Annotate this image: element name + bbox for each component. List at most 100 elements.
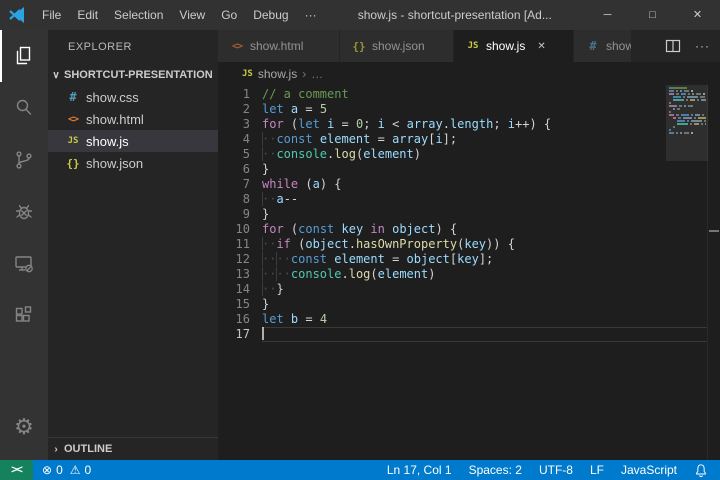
css-file-icon: # [584, 39, 602, 53]
settings-gear-icon[interactable]: ⚙ [0, 402, 48, 454]
line-number[interactable]: 4 [218, 132, 262, 147]
minimize-button[interactable]: ─ [585, 0, 630, 30]
tab-show.css[interactable]: #show.css [574, 30, 632, 62]
line-number[interactable]: 9 [218, 207, 262, 222]
line-number[interactable]: 11 [218, 237, 262, 252]
code-line[interactable]: 2let a = 5 [218, 102, 720, 117]
code-text: } [262, 297, 269, 312]
tab-close-icon[interactable]: ✕ [537, 41, 545, 52]
tab-show.html[interactable]: <>show.html [218, 30, 340, 62]
tab-show.json[interactable]: {}show.json [340, 30, 454, 62]
code-line[interactable]: 1// a comment [218, 87, 720, 102]
line-number[interactable]: 5 [218, 147, 262, 162]
css-file-icon: # [64, 90, 82, 104]
split-editor-icon[interactable] [665, 38, 681, 54]
html-file-icon: <> [228, 41, 246, 52]
indentation-indicator[interactable]: Spaces: 2 [469, 463, 522, 477]
notifications-bell-icon[interactable] [694, 463, 708, 478]
status-bar: >< ⊗ 0 ⚠ 0 Ln 17, Col 1 Spaces: 2 UTF-8 LF J… [0, 460, 720, 480]
line-number[interactable]: 13 [218, 267, 262, 282]
line-number[interactable]: 15 [218, 297, 262, 312]
code-line[interactable]: 3for (let i = 0; i < array.length; i++) … [218, 117, 720, 132]
code-line[interactable]: 6} [218, 162, 720, 177]
menu-go[interactable]: Go [213, 0, 245, 30]
more-actions-icon[interactable]: ··· [695, 39, 710, 53]
code-line[interactable]: 14··} [218, 282, 720, 297]
code-line[interactable]: 7while (a) { [218, 177, 720, 192]
folder-name: SHORTCUT-PRESENTATION [64, 69, 213, 81]
folder-header-shortcut-presentation[interactable]: ∨ SHORTCUT-PRESENTATION [48, 64, 218, 86]
activity-bar: ⚙ [0, 30, 48, 460]
code-editor[interactable]: 1// a comment2let a = 53for (let i = 0; … [218, 85, 720, 460]
menu-edit[interactable]: Edit [69, 0, 106, 30]
source-control-icon[interactable] [0, 134, 48, 186]
window-controls: ─ □ ✕ [585, 0, 720, 30]
line-number[interactable]: 14 [218, 282, 262, 297]
json-file-icon: {} [64, 157, 82, 170]
line-number[interactable]: 8 [218, 192, 262, 207]
menu-selection[interactable]: Selection [106, 0, 171, 30]
code-lines: 1// a comment2let a = 53for (let i = 0; … [218, 87, 720, 342]
sidebar-item-show.html[interactable]: <>show.html [48, 108, 218, 130]
sidebar-item-show.js[interactable]: JSshow.js [48, 130, 218, 152]
code-text: ··console.log(element) [262, 147, 421, 162]
breadcrumb-file[interactable]: show.js [258, 67, 297, 81]
line-number[interactable]: 7 [218, 177, 262, 192]
language-indicator[interactable]: JavaScript [621, 463, 677, 477]
code-line[interactable]: 13····console.log(element) [218, 267, 720, 282]
line-number[interactable]: 1 [218, 87, 262, 102]
close-button[interactable]: ✕ [675, 0, 720, 30]
menu-debug[interactable]: Debug [245, 0, 296, 30]
code-line[interactable]: 9} [218, 207, 720, 222]
json-file-icon: {} [350, 40, 368, 53]
menu-file[interactable]: File [34, 0, 69, 30]
line-number[interactable]: 3 [218, 117, 262, 132]
remote-indicator[interactable]: >< [0, 460, 33, 480]
outline-section-header[interactable]: › OUTLINE [48, 437, 218, 460]
debug-icon[interactable] [0, 186, 48, 238]
line-number[interactable]: 16 [218, 312, 262, 327]
code-line[interactable]: 12····const element = object[key]; [218, 252, 720, 267]
menu-bar: FileEditSelectionViewGoDebug··· [34, 0, 325, 30]
extensions-icon[interactable] [0, 290, 48, 342]
line-number[interactable]: 2 [218, 102, 262, 117]
code-line[interactable]: 16let b = 4 [218, 312, 720, 327]
remote-indicator-icon: >< [11, 464, 22, 476]
warning-count: 0 [85, 463, 92, 477]
line-number[interactable]: 6 [218, 162, 262, 177]
eol-indicator[interactable]: LF [590, 463, 604, 477]
menu-view[interactable]: View [171, 0, 213, 30]
minimap[interactable] [666, 85, 708, 460]
outline-label: OUTLINE [64, 443, 112, 455]
editor-actions: ··· [665, 30, 720, 62]
search-icon[interactable] [0, 82, 48, 134]
sidebar-header: EXPLORER [48, 30, 218, 64]
code-text: ··a-- [262, 192, 298, 207]
breadcrumb-symbol-more[interactable]: … [311, 67, 323, 81]
js-file-icon: JS [464, 41, 482, 51]
code-line[interactable]: 10for (const key in object) { [218, 222, 720, 237]
code-line[interactable]: 8··a-- [218, 192, 720, 207]
overview-ruler[interactable] [707, 85, 720, 460]
problems-indicator[interactable]: ⊗ 0 ⚠ 0 [33, 463, 91, 477]
encoding-indicator[interactable]: UTF-8 [539, 463, 573, 477]
menu-more[interactable]: ··· [297, 0, 325, 30]
remote-monitor-icon[interactable] [0, 238, 48, 290]
sidebar-item-show.json[interactable]: {}show.json [48, 152, 218, 174]
line-number[interactable]: 17 [218, 327, 262, 342]
sidebar-item-show.css[interactable]: #show.css [48, 86, 218, 108]
code-text: ··const element = array[i]; [262, 132, 457, 147]
code-text: let b = 4 [262, 312, 327, 327]
tab-show.js[interactable]: JSshow.js✕ [454, 30, 574, 62]
line-number[interactable]: 10 [218, 222, 262, 237]
line-number[interactable]: 12 [218, 252, 262, 267]
code-line[interactable]: 4··const element = array[i]; [218, 132, 720, 147]
maximize-button[interactable]: □ [630, 0, 675, 30]
files-icon[interactable] [0, 30, 48, 82]
code-line[interactable]: 11··if (object.hasOwnProperty(key)) { [218, 237, 720, 252]
file-name: show.js [86, 134, 129, 149]
code-line[interactable]: 15} [218, 297, 720, 312]
editor-group: <>show.html{}show.jsonJSshow.js✕#show.cs… [218, 30, 720, 460]
code-line[interactable]: 5··console.log(element) [218, 147, 720, 162]
cursor-position-indicator[interactable]: Ln 17, Col 1 [387, 463, 452, 477]
